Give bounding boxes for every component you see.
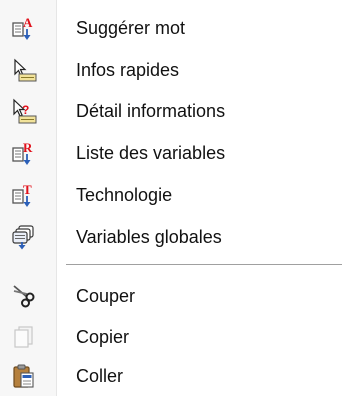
menu-item-label: Coller [76,366,124,386]
menu-item-paste[interactable]: Coller [0,357,352,394]
copy-icon [10,323,38,351]
menu-item-label: Variables globales [76,227,222,247]
menu-separator [66,264,342,265]
menu-item-detailed-info[interactable]: ? Détail informations [0,92,352,129]
context-menu: A Suggérer mot Infos rapides ? Détail in… [0,0,352,396]
menu-item-label: Suggérer mot [76,18,186,38]
technology-icon: T [10,181,38,209]
detailed-info-icon: ? [10,97,38,125]
svg-text:T: T [23,182,32,197]
menu-item-copy[interactable]: Copier [0,318,352,355]
menu-item-label: Infos rapides [76,60,180,80]
scissors-icon [10,282,38,310]
svg-text:A: A [23,15,33,30]
quick-info-icon [10,56,38,84]
menu-item-label: Liste des variables [76,143,226,163]
svg-text:?: ? [22,103,29,117]
menu-item-label: Copier [76,327,130,347]
suggest-word-icon: A [10,14,38,42]
menu-item-suggest-word[interactable]: A Suggérer mot [0,9,352,46]
svg-text:R: R [23,140,33,155]
paste-icon [10,362,38,390]
menu-item-label: Détail informations [76,101,226,121]
variables-list-icon: R [10,139,38,167]
menu-item-cut[interactable]: Couper [0,277,352,314]
menu-item-global-variables[interactable]: Variables globales [0,218,352,255]
menu-item-quick-info[interactable]: Infos rapides [0,51,352,88]
menu-item-variables-list[interactable]: R Liste des variables [0,134,352,171]
menu-item-label: Couper [76,286,136,306]
global-variables-icon [10,223,38,251]
menu-item-technology[interactable]: T Technologie [0,176,352,213]
menu-item-label: Technologie [76,185,173,205]
